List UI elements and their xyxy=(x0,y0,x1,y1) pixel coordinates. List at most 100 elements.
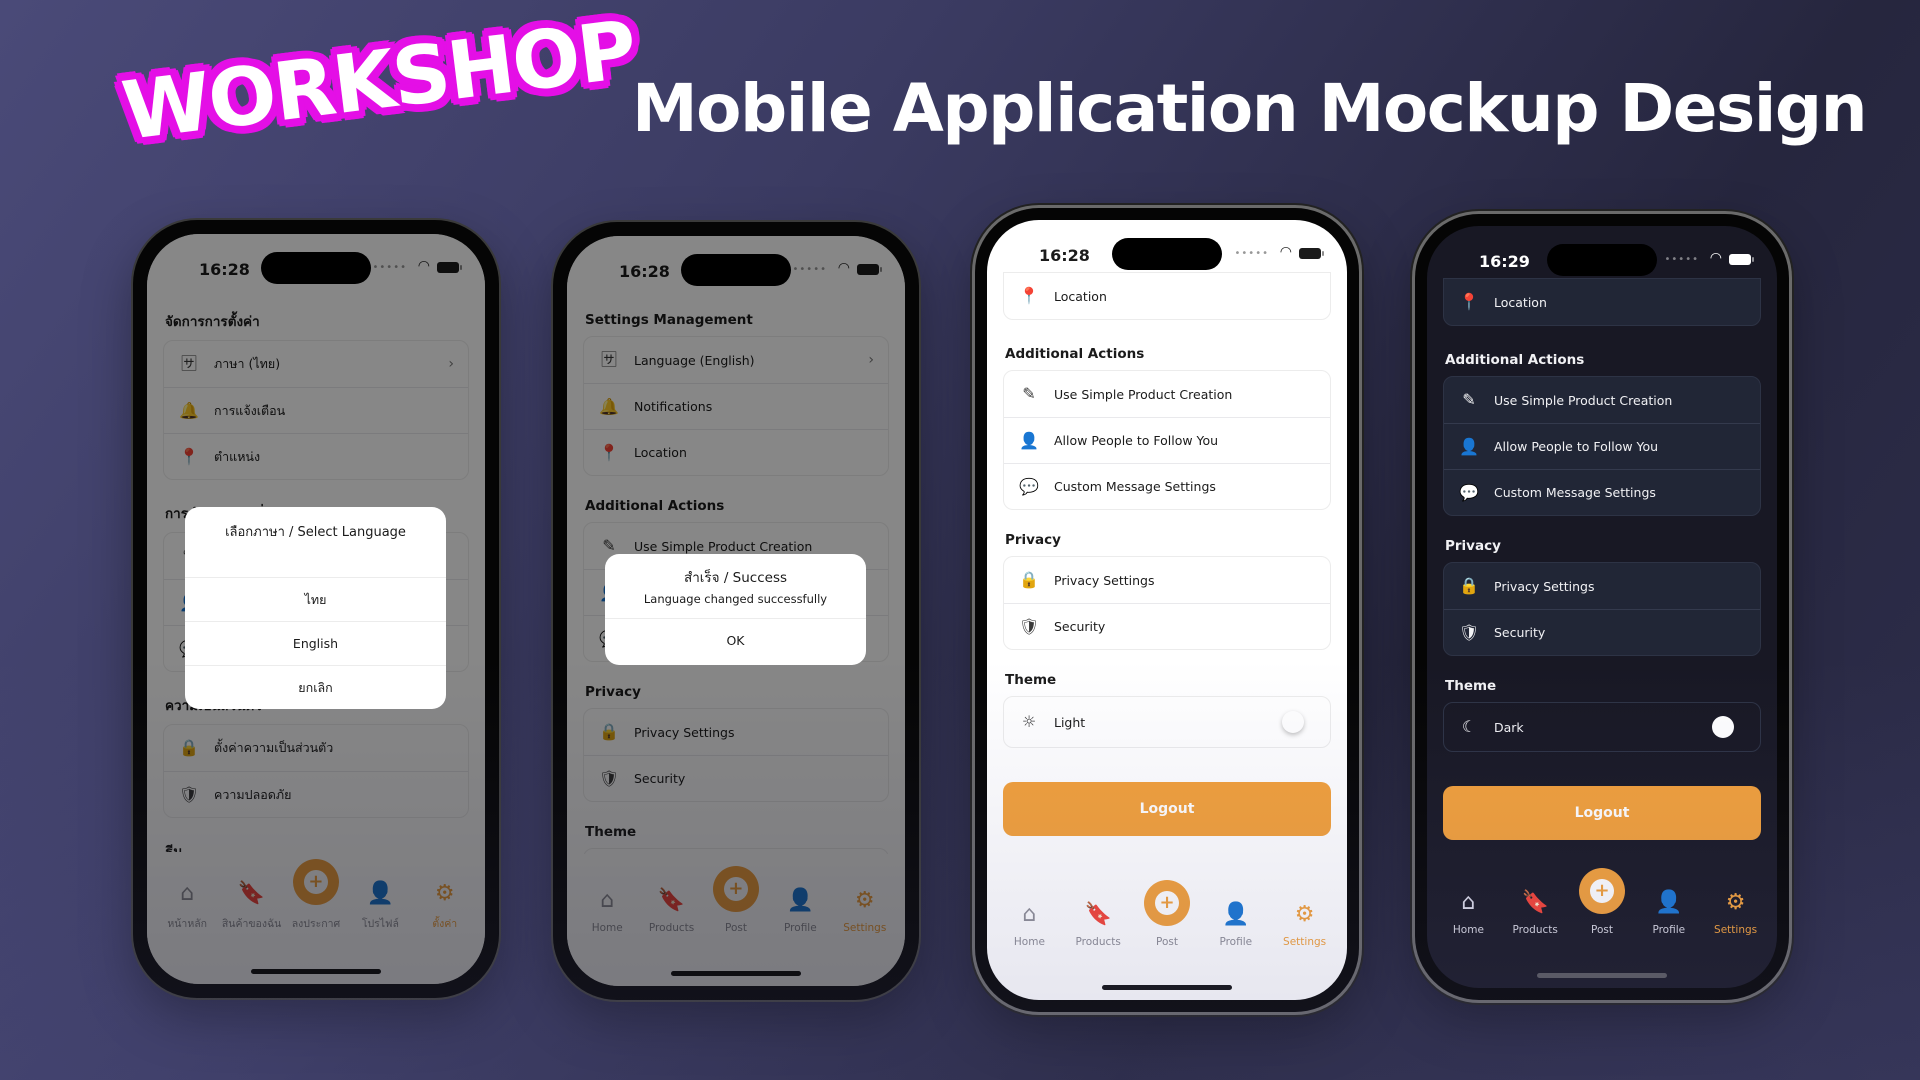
privacy-row[interactable]: 🔒 Privacy Settings xyxy=(1444,563,1760,609)
row-label: Dark xyxy=(1494,719,1524,735)
section-title: Additional Actions xyxy=(1445,352,1585,368)
sun-icon: ☼ xyxy=(1021,712,1037,731)
theme-row[interactable]: ☾ Dark xyxy=(1444,703,1760,751)
section-title: Privacy xyxy=(1005,532,1061,548)
tab-profile[interactable]: 👤 Profile xyxy=(1635,890,1702,937)
tab-post[interactable]: + Post xyxy=(1133,880,1202,948)
actions-card: ✎ Use Simple Product Creation 👤 Allow Peop… xyxy=(1003,370,1331,510)
tab-home[interactable]: ⌂ Home xyxy=(995,904,1064,949)
section-title: Privacy xyxy=(1445,538,1501,554)
plus-icon: + xyxy=(1589,879,1614,903)
tab-label: Settings xyxy=(1714,924,1758,936)
section-title: Theme xyxy=(1005,672,1057,688)
tab-label: Settings xyxy=(1283,936,1327,948)
tab-products[interactable]: 🔖 Products xyxy=(1064,902,1133,949)
ok-button[interactable]: OK xyxy=(605,618,866,662)
battery-icon xyxy=(1299,248,1324,259)
dialog-message: Language changed successfully xyxy=(643,592,828,606)
dynamic-island xyxy=(1547,244,1657,276)
home-icon: ⌂ xyxy=(1461,890,1476,915)
tab-products[interactable]: 🔖 Products xyxy=(1502,892,1569,937)
plus-icon: + xyxy=(1154,891,1179,915)
tab-label: Products xyxy=(1075,936,1121,948)
row-label: Privacy Settings xyxy=(1494,578,1595,594)
tab-label: Home xyxy=(1452,924,1484,936)
status-bar: 16:29 ••••• ◠ xyxy=(1427,226,1777,284)
location-row[interactable]: 📍 Location xyxy=(1004,273,1330,319)
tab-label: Profile xyxy=(1219,936,1253,948)
row-label: Custom Message Settings xyxy=(1054,479,1216,494)
user-icon: 👤 xyxy=(1222,902,1250,927)
tab-bar: ⌂ Home 🔖 Products + Post 👤 Profile ⚙ Settings xyxy=(987,868,1347,948)
theme-toggle[interactable] xyxy=(1282,711,1304,733)
row-label: Security xyxy=(1494,625,1546,640)
tab-profile[interactable]: 👤 Profile xyxy=(1201,902,1270,949)
row-label: Custom Message Settings xyxy=(1494,485,1656,500)
message-row[interactable]: 💬 Custom Message Settings xyxy=(1004,463,1330,509)
tab-label: Profile xyxy=(1652,924,1686,936)
tab-label: Home xyxy=(1013,936,1045,948)
tab-post[interactable]: + Post xyxy=(1569,868,1636,936)
chat-icon: 💬 xyxy=(1459,482,1479,502)
location-row[interactable]: 📍 Location xyxy=(1444,279,1760,325)
status-time: 16:29 xyxy=(1479,252,1530,271)
tab-label: Products xyxy=(1512,924,1558,936)
tab-bar: ⌂ Home 🔖 Products + Post 👤 Profile ⚙ Settings xyxy=(1427,856,1777,936)
post-button[interactable]: + xyxy=(1143,880,1190,926)
settings-card: 📍 Location xyxy=(1003,272,1331,320)
row-label: Use Simple Product Creation xyxy=(1054,386,1233,402)
tab-label: Post xyxy=(1591,924,1613,936)
user-icon: 👤 xyxy=(1655,890,1683,915)
security-row[interactable]: 🛡 Security xyxy=(1004,603,1330,649)
theme-card: ☼ Light xyxy=(1003,696,1331,748)
signal-icon: ••••• xyxy=(1234,248,1269,259)
edit-icon: ✎ xyxy=(1022,384,1036,403)
workshop-badge: WORKSHOP xyxy=(117,2,640,158)
shield-icon: 🛡 xyxy=(1018,616,1040,636)
simple-product-row[interactable]: ✎ Use Simple Product Creation xyxy=(1444,377,1760,423)
settings-list: 📍 Location Additional Actions ✎ Use Simple… xyxy=(1003,272,1331,836)
option-english[interactable]: English xyxy=(185,621,446,665)
option-thai[interactable]: ไทย xyxy=(185,577,446,621)
tab-settings[interactable]: ⚙ Settings xyxy=(1702,892,1769,937)
status-bar: 16:28 ••••• ◠ xyxy=(987,220,1347,278)
gear-icon: ⚙ xyxy=(1294,902,1315,927)
page-title: Mobile Application Mockup Design xyxy=(632,70,1868,147)
tab-settings[interactable]: ⚙ Settings xyxy=(1270,902,1339,949)
signal-icon: ••••• xyxy=(1664,254,1699,265)
status-time: 16:28 xyxy=(1039,246,1090,265)
section-title: Theme xyxy=(1445,678,1497,694)
phone-thai-language-dialog: 16:28 ••••• ◠ จัดการการตั้งค่า 🈂 ภาษา (ไท… xyxy=(133,220,499,998)
privacy-row[interactable]: 🔒 Privacy Settings xyxy=(1004,557,1330,603)
shield-icon: 🛡 xyxy=(1458,622,1480,642)
edit-icon: ✎ xyxy=(1462,390,1476,409)
tab-home[interactable]: ⌂ Home xyxy=(1435,890,1502,937)
map-pin-icon: 📍 xyxy=(1019,286,1039,305)
theme-toggle[interactable] xyxy=(1712,716,1734,738)
moon-icon: ☾ xyxy=(1461,717,1477,736)
bookmark-icon: 🔖 xyxy=(1084,902,1112,927)
home-indicator xyxy=(1102,985,1232,990)
lock-icon: 🔒 xyxy=(1459,576,1479,595)
row-label: Security xyxy=(1054,619,1106,634)
phone-light-theme: 16:28 ••••• ◠ 📍 Location Additional Actio… xyxy=(975,208,1359,1012)
logout-button[interactable]: Logout xyxy=(1003,782,1331,836)
post-button[interactable]: + xyxy=(1578,868,1625,914)
simple-product-row[interactable]: ✎ Use Simple Product Creation xyxy=(1004,371,1330,417)
chat-icon: 💬 xyxy=(1019,476,1039,496)
lock-icon: 🔒 xyxy=(1019,570,1039,589)
settings-list: 📍 Location Additional Actions ✎ Use Simple… xyxy=(1443,278,1761,840)
user-plus-icon: 👤 xyxy=(1459,436,1479,456)
theme-card: ☾ Dark xyxy=(1443,702,1761,752)
wifi-icon: ◠ xyxy=(1709,250,1722,266)
theme-row[interactable]: ☼ Light xyxy=(1004,697,1330,747)
dialog-title: เลือกภาษา / Select Language xyxy=(225,525,406,540)
wifi-icon: ◠ xyxy=(1279,244,1292,260)
option-cancel[interactable]: ยกเลิก xyxy=(185,665,446,709)
security-row[interactable]: 🛡 Security xyxy=(1444,609,1760,655)
follow-row[interactable]: 👤 Allow People to Follow You xyxy=(1444,423,1760,469)
follow-row[interactable]: 👤 Allow People to Follow You xyxy=(1004,417,1330,463)
message-row[interactable]: 💬 Custom Message Settings xyxy=(1444,469,1760,515)
logout-button[interactable]: Logout xyxy=(1443,786,1761,840)
row-label: Light xyxy=(1054,714,1086,730)
